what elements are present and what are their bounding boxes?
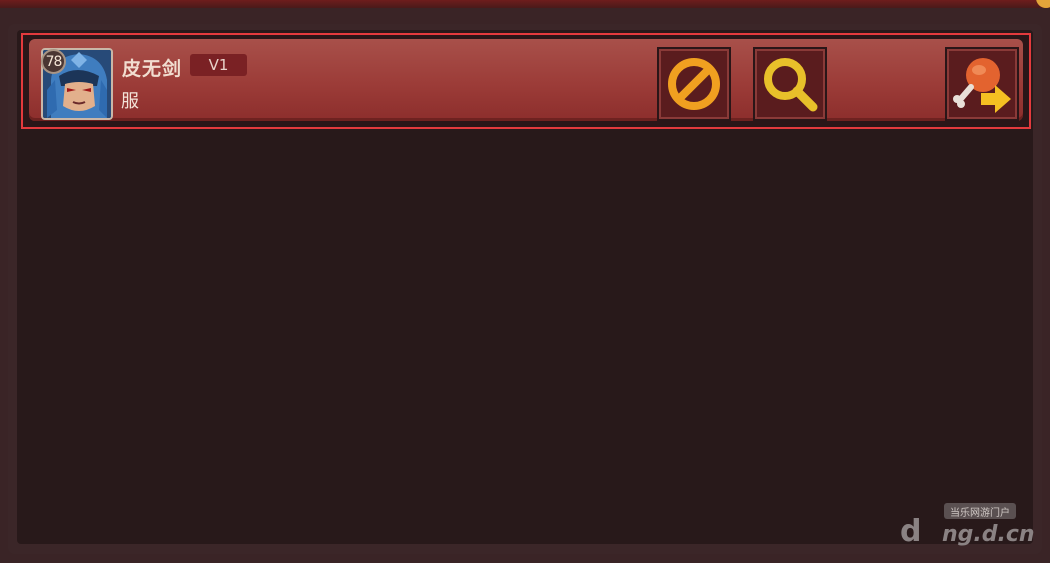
search-icon [764, 58, 818, 112]
view-profile-button[interactable] [753, 47, 827, 121]
friend-list-item[interactable]: 78 皮无剑 V1 服 [21, 33, 1031, 129]
friend-row-background: 78 皮无剑 V1 服 [29, 39, 1023, 121]
send-stamina-button[interactable] [945, 47, 1019, 121]
level-badge: 78 [41, 49, 66, 74]
top-bar [0, 0, 1050, 8]
player-name: 皮无剑 [122, 58, 183, 80]
block-button[interactable] [657, 47, 731, 121]
watermark: d 当乐网游门户 ng.d.cn [900, 500, 1035, 550]
vip-badge: V1 [190, 54, 247, 76]
server-label: 服 [121, 91, 139, 112]
drumstick-send-icon [953, 58, 1011, 113]
watermark-badge: 当乐网游门户 [944, 503, 1016, 519]
watermark-logo: d [900, 514, 922, 549]
block-icon [668, 58, 720, 110]
watermark-site: ng.d.cn [942, 522, 1035, 547]
